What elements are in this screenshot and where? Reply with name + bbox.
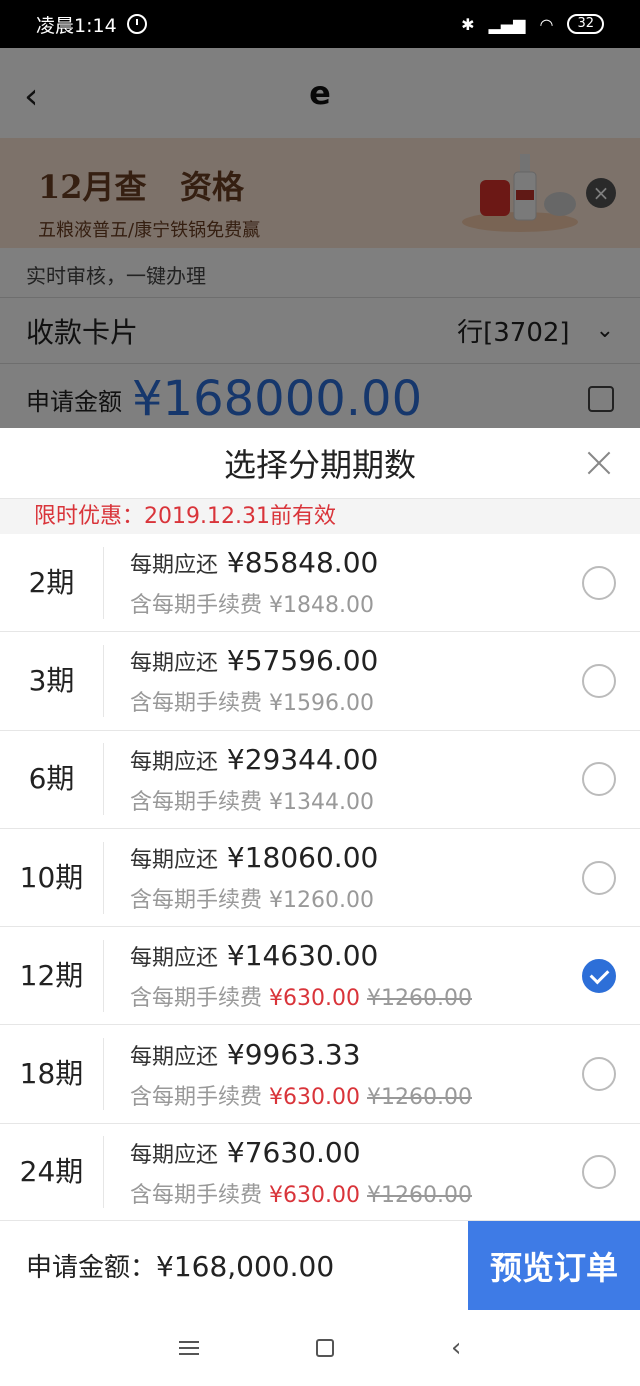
fee-amount: ¥1260.00 — [269, 888, 374, 914]
per-label: 每期应还 — [130, 848, 219, 874]
fee-amount: ¥1848.00 — [269, 593, 374, 619]
per-amount: ¥7630.00 — [226, 1135, 361, 1169]
fee-amount: ¥630.00 — [269, 1182, 360, 1208]
per-amount: ¥85848.00 — [226, 546, 379, 580]
installment-option[interactable]: 24期 每期应还 ¥7630.00 含每期手续费 ¥630.00 ¥1260.0… — [0, 1124, 640, 1223]
fee-label: 含每期手续费 — [130, 1084, 263, 1110]
alarm-icon — [126, 14, 147, 34]
fee-amount: ¥1596.00 — [269, 691, 374, 717]
radio-button[interactable] — [582, 663, 616, 698]
close-icon[interactable] — [584, 448, 614, 478]
battery-icon: 32 — [567, 14, 604, 34]
fee-amount: ¥630.00 — [269, 986, 360, 1012]
fee-amount: ¥1344.00 — [269, 789, 374, 815]
per-label: 每期应还 — [130, 553, 219, 579]
fee-label: 含每期手续费 — [130, 789, 263, 815]
menu-icon[interactable] — [178, 1341, 199, 1355]
installment-option[interactable]: 3期 每期应还 ¥57596.00 含每期手续费 ¥1596.00 — [0, 632, 640, 731]
fee-original: ¥1260.00 — [367, 1084, 472, 1110]
period-label: 3期 — [0, 644, 104, 717]
per-amount: ¥14630.00 — [226, 939, 379, 973]
total-label: 申请金额： — [26, 1253, 157, 1283]
modal-overlay[interactable] — [0, 48, 640, 428]
period-label: 24期 — [0, 1136, 104, 1209]
radio-button[interactable] — [582, 762, 616, 797]
per-amount: ¥29344.00 — [226, 742, 379, 776]
installment-list: 2期 每期应还 ¥85848.00 含每期手续费 ¥1848.00 3期 每期应… — [0, 534, 640, 1223]
fee-label: 含每期手续费 — [130, 986, 263, 1012]
status-bar: 凌晨1:14 ✱ ▂▄▆ ◠ 32 — [0, 0, 640, 48]
per-label: 每期应还 — [130, 749, 219, 775]
fee-amount: ¥630.00 — [269, 1084, 360, 1110]
system-back-icon[interactable]: ‹ — [451, 1333, 461, 1363]
preview-order-button[interactable]: 预览订单 — [468, 1220, 640, 1311]
period-label: 6期 — [0, 743, 104, 816]
installment-option[interactable]: 12期 每期应还 ¥14630.00 含每期手续费 ¥630.00 ¥1260.… — [0, 927, 640, 1026]
total-amount: 申请金额：¥168,000.00 — [0, 1247, 468, 1284]
status-icons: ✱ ▂▄▆ ◠ 32 — [461, 14, 604, 34]
system-nav-bar: ‹ — [0, 1310, 640, 1386]
fee-label: 含每期手续费 — [130, 888, 263, 914]
signal-icon: ▂▄▆ — [488, 14, 526, 34]
bluetooth-icon: ✱ — [461, 14, 475, 34]
radio-button[interactable] — [582, 565, 616, 600]
footer-bar: 申请金额：¥168,000.00 预览订单 — [0, 1220, 640, 1311]
fee-original: ¥1260.00 — [367, 1182, 472, 1208]
sheet-header: 选择分期期数 — [0, 428, 640, 498]
wifi-icon: ◠ — [539, 14, 554, 34]
radio-button[interactable] — [582, 860, 616, 895]
per-amount: ¥9963.33 — [226, 1037, 361, 1071]
status-time: 凌晨1:14 — [36, 14, 117, 37]
fee-label: 含每期手续费 — [130, 691, 263, 717]
per-label: 每期应还 — [130, 946, 219, 972]
fee-label: 含每期手续费 — [130, 593, 263, 619]
total-value: ¥168,000.00 — [156, 1250, 335, 1283]
radio-button[interactable] — [582, 1057, 616, 1092]
radio-button-checked[interactable] — [582, 958, 616, 993]
period-label: 12期 — [0, 939, 104, 1012]
home-icon[interactable] — [315, 1339, 334, 1357]
period-label: 10期 — [0, 841, 104, 914]
fee-label: 含每期手续费 — [130, 1182, 263, 1208]
installment-option[interactable]: 6期 每期应还 ¥29344.00 含每期手续费 ¥1344.00 — [0, 731, 640, 829]
period-label: 2期 — [0, 546, 104, 619]
per-label: 每期应还 — [130, 651, 219, 677]
installment-sheet: 选择分期期数 限时优惠：2019.12.31前有效 2期 每期应还 ¥85848… — [0, 428, 640, 1310]
installment-option[interactable]: 10期 每期应还 ¥18060.00 含每期手续费 ¥1260.00 — [0, 829, 640, 928]
promo-notice: 限时优惠：2019.12.31前有效 — [0, 498, 640, 534]
per-label: 每期应还 — [130, 1044, 219, 1070]
per-amount: ¥57596.00 — [226, 644, 379, 678]
per-label: 每期应还 — [130, 1142, 219, 1168]
installment-option[interactable]: 18期 每期应还 ¥9963.33 含每期手续费 ¥630.00 ¥1260.0… — [0, 1025, 640, 1124]
fee-original: ¥1260.00 — [367, 986, 472, 1012]
installment-option[interactable]: 2期 每期应还 ¥85848.00 含每期手续费 ¥1848.00 — [0, 534, 640, 633]
period-label: 18期 — [0, 1038, 104, 1111]
per-amount: ¥18060.00 — [226, 841, 379, 875]
sheet-title: 选择分期期数 — [223, 446, 416, 484]
